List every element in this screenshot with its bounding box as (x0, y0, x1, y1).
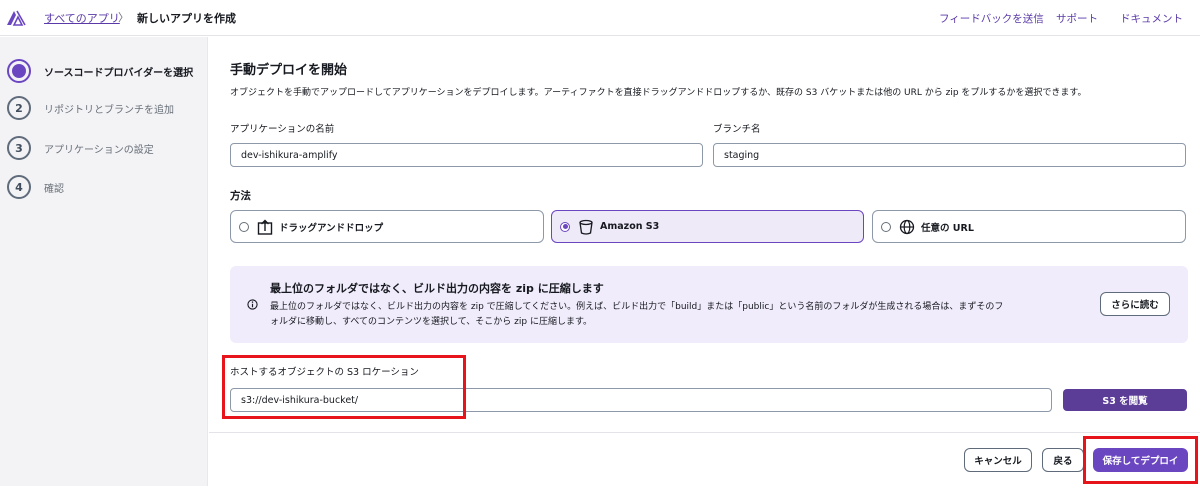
step-2: 2 リポジトリとブランチを追加 (7, 96, 174, 120)
breadcrumb-all-apps[interactable]: すべてのアプリ (44, 10, 120, 26)
amplify-logo-icon[interactable] (6, 8, 26, 26)
branch-name-label: ブランチ名 (713, 124, 761, 135)
step-4-indicator: 4 (7, 175, 31, 199)
read-more-button[interactable]: さらに読む (1100, 292, 1170, 316)
method-any-url[interactable]: 任意の URL (872, 210, 1186, 243)
branch-name-input[interactable]: staging (713, 143, 1186, 167)
method-label: 方法 (230, 190, 251, 202)
step-2-indicator: 2 (7, 96, 31, 120)
s3-location-input[interactable]: s3://dev-ishikura-bucket/ (230, 388, 1052, 412)
step-1[interactable]: ソースコードプロバイダーを選択 (7, 59, 193, 83)
s3-location-label: ホストするオブジェクトの S3 ロケーション (230, 367, 419, 378)
info-alert: 最上位のフォルダではなく、ビルド出力の内容を zip に圧縮します 最上位のフォ… (230, 266, 1188, 343)
step-2-label: リポジトリとブランチを追加 (44, 104, 174, 116)
method-amazon-s3-label: Amazon S3 (600, 221, 660, 232)
method-drag-and-drop[interactable]: ドラッグアンドドロップ (230, 210, 544, 243)
radio-amazon-s3[interactable] (560, 221, 570, 232)
top-navigation-bar: すべてのアプリ 〉 新しいアプリを作成 フィードバックを送信 サポート ドキュメ… (0, 0, 1200, 36)
info-body: 最上位のフォルダではなく、ビルド出力の内容を zip で圧縮してください。例えば… (270, 302, 1004, 327)
step-4-label: 確認 (44, 183, 64, 195)
support-link[interactable]: サポート (1056, 11, 1098, 26)
wizard-steps-sidebar: ソースコードプロバイダーを選択 2 リポジトリとブランチを追加 3 アプリケーシ… (0, 37, 208, 486)
radio-drag-and-drop[interactable] (239, 221, 249, 232)
page-title: 手動デプロイを開始 (230, 63, 348, 78)
radio-any-url[interactable] (881, 221, 891, 232)
cancel-button[interactable]: キャンセル (964, 448, 1032, 472)
method-amazon-s3[interactable]: Amazon S3 (551, 210, 864, 243)
feedback-link[interactable]: フィードバックを送信 (939, 11, 1044, 26)
upload-icon (257, 219, 273, 235)
method-any-url-label: 任意の URL (921, 222, 974, 234)
step-1-label: ソースコードプロバイダーを選択 (44, 67, 194, 79)
step-3-indicator: 3 (7, 136, 31, 160)
main-content: 手動デプロイを開始 オブジェクトを手動でアップロードしてアプリケーションをデプロ… (209, 37, 1200, 486)
app-name-input[interactable]: dev-ishikura-amplify (230, 143, 703, 167)
breadcrumb-separator-icon: 〉 (118, 11, 129, 24)
step-3-label: アプリケーションの設定 (44, 144, 154, 156)
save-and-deploy-button[interactable]: 保存してデプロイ (1093, 448, 1188, 472)
method-drag-and-drop-label: ドラッグアンドドロップ (279, 222, 384, 234)
back-button[interactable]: 戻る (1042, 448, 1084, 472)
browse-s3-button[interactable]: S3 を閲覧 (1063, 389, 1187, 411)
footer-divider (209, 432, 1200, 433)
info-title: 最上位のフォルダではなく、ビルド出力の内容を zip に圧縮します (270, 282, 604, 295)
app-name-label: アプリケーションの名前 (230, 124, 335, 135)
info-icon (247, 299, 258, 310)
step-1-indicator (7, 59, 31, 83)
docs-link[interactable]: ドキュメント (1120, 11, 1183, 26)
bucket-icon (579, 219, 593, 235)
page-description: オブジェクトを手動でアップロードしてアプリケーションをデプロイします。アーティフ… (230, 88, 1087, 98)
step-4: 4 確認 (7, 175, 64, 199)
globe-icon (899, 219, 915, 234)
breadcrumb-current: 新しいアプリを作成 (137, 12, 236, 25)
step-3: 3 アプリケーションの設定 (7, 136, 154, 160)
